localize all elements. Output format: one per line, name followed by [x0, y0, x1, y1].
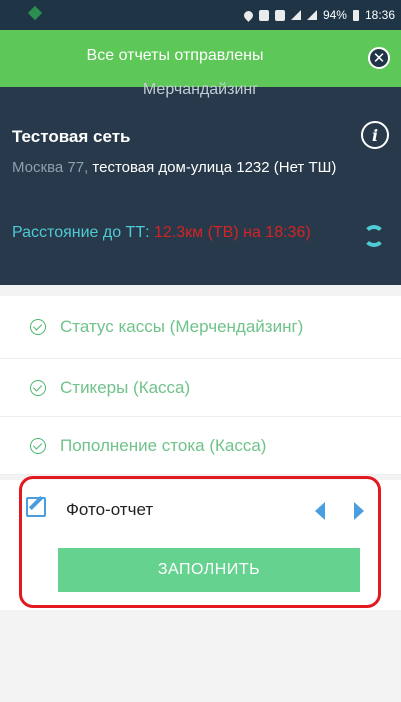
check-circle-icon: [30, 379, 46, 396]
list-item-label: Статус кассы (Мерчендайзинг): [60, 317, 304, 336]
notification-icon: [27, 5, 43, 21]
clock: 18:36: [364, 8, 395, 22]
signal-icon: [290, 10, 301, 20]
arrow-left-icon[interactable]: [315, 502, 325, 520]
list-item-label: Стикеры (Касса): [60, 377, 191, 397]
info-icon[interactable]: i: [361, 121, 389, 149]
edit-icon: [26, 497, 46, 517]
list-item[interactable]: Статус кассы (Мерчендайзинг): [0, 296, 401, 359]
list-item[interactable]: Стикеры (Касса): [0, 359, 401, 417]
refresh-icon[interactable]: [363, 225, 385, 247]
battery-icon: [352, 9, 359, 21]
fill-button[interactable]: ЗАПОЛНИТЬ: [58, 548, 360, 592]
signal2-icon: [306, 10, 317, 20]
notification-toast: Все отчеты отправлены ✕: [0, 30, 401, 87]
distance-label: Расстояние до ТТ:: [12, 224, 154, 241]
section-title: Мерчандайзинг: [142, 81, 259, 98]
distance-info: Расстояние до ТТ: 12.3км (ТВ) на 18:36): [12, 222, 332, 244]
status-bar: 94% 18:36: [0, 0, 401, 30]
nfc-icon: [274, 9, 285, 21]
photo-report-title: Фото-отчет: [66, 500, 154, 519]
status-icons: 94% 18:36: [242, 8, 395, 22]
battery-level: 94%: [322, 8, 347, 22]
toast-message: Все отчеты отправлены: [86, 47, 264, 64]
check-circle-icon: [30, 437, 46, 454]
distance-value: 12.3км (ТВ) на 18:36): [153, 224, 311, 241]
store-header: Мерчандайзинг Тестовая сеть i Москва 77,…: [0, 81, 401, 285]
report-list: Статус кассы (Мерчендайзинг) Стикеры (Ка…: [0, 296, 401, 475]
arrow-right-icon[interactable]: [354, 502, 364, 520]
list-item[interactable]: Пополнение стока (Касса): [0, 417, 401, 475]
list-item-label: Пополнение стока (Касса): [60, 435, 267, 455]
photo-report-block: Фото-отчет ЗАПОЛНИТЬ: [0, 480, 401, 610]
check-circle-icon: [30, 319, 46, 335]
address-street: тестовая дом-улица 1232 (Нет ТШ): [88, 159, 337, 176]
sim-icon: [258, 9, 269, 21]
location-icon: [242, 8, 255, 22]
close-icon[interactable]: ✕: [368, 47, 390, 69]
shop-address: Москва 77, тестовая дом-улица 1232 (Нет …: [12, 158, 352, 178]
shop-name: Тестовая сеть: [12, 127, 131, 146]
address-city: Москва 77,: [12, 159, 89, 176]
